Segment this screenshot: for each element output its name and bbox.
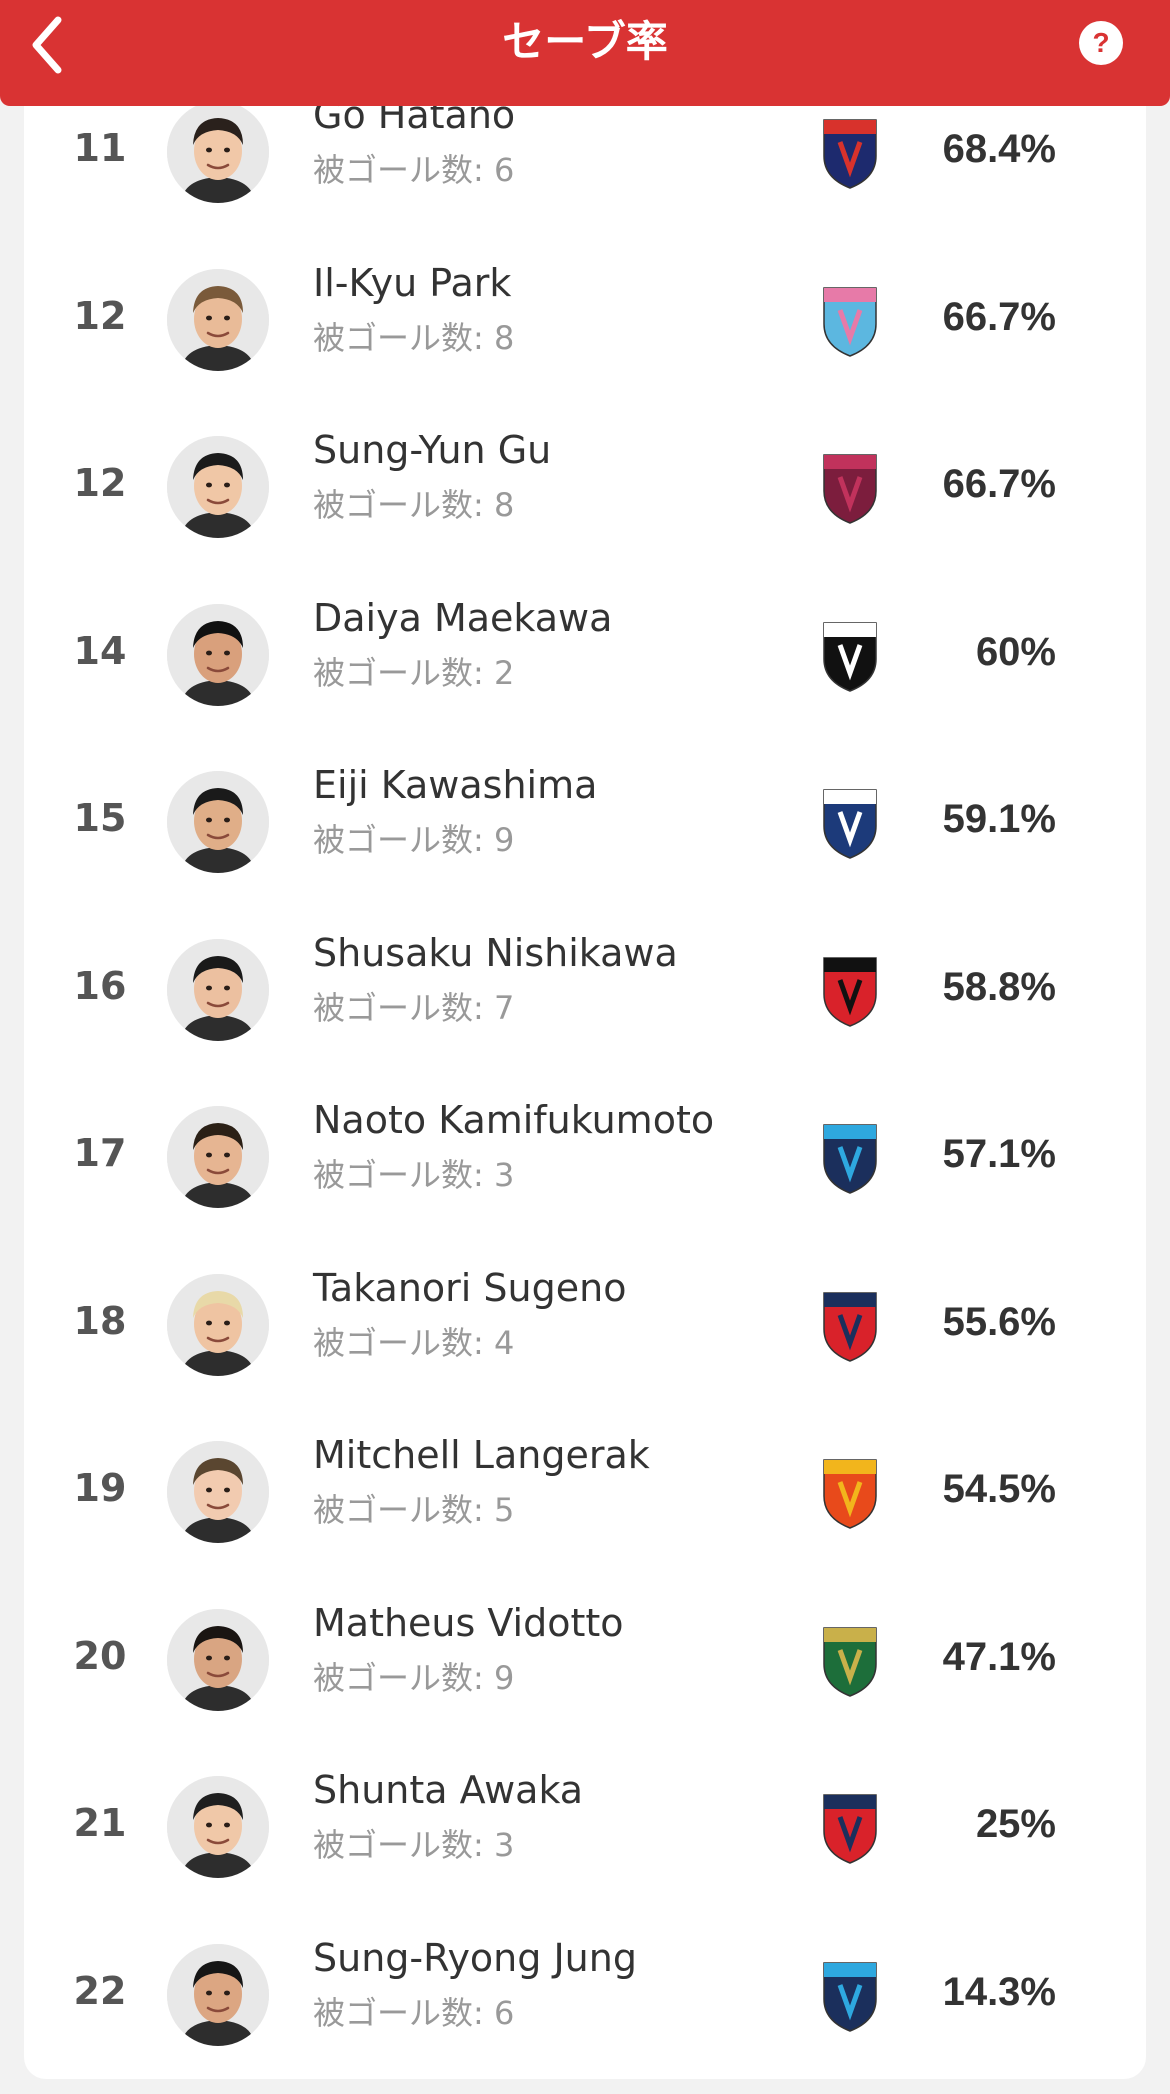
goals-conceded: 被ゴール数: 2: [313, 653, 515, 692]
ranking-row[interactable]: 14 Daiya Maekawa 被ゴール数: 2 60%: [24, 571, 1146, 739]
save-percentage: 25%: [975, 1802, 1056, 1846]
team-crest-icon: [810, 1452, 890, 1532]
rank-number: 20: [73, 1633, 127, 1678]
rank-number: 19: [73, 1466, 127, 1510]
ranking-row[interactable]: 17 Naoto Kamifukumoto 被ゴール数: 3 57.1%: [24, 1073, 1146, 1241]
help-button[interactable]: ?: [1079, 21, 1123, 65]
page-title: セーブ率: [502, 17, 668, 66]
goals-conceded: 被ゴール数: 4: [313, 1323, 515, 1362]
save-percentage: 68.4%: [942, 127, 1056, 171]
team-crest-icon: [810, 950, 890, 1030]
app-header: セーブ率 ?: [0, 0, 1170, 106]
player-avatar: [167, 1441, 269, 1543]
player-name: Matheus Vidotto: [313, 1600, 624, 1645]
goals-conceded: 被ゴール数: 5: [313, 1491, 515, 1529]
player-avatar: [167, 1608, 269, 1711]
save-percentage: 58.8%: [942, 964, 1056, 1009]
goals-conceded: 被ゴール数: 3: [313, 1826, 515, 1864]
player-avatar: [167, 101, 269, 203]
player-name: Shusaku Nishikawa: [313, 930, 678, 975]
player-avatar: [167, 1776, 269, 1878]
rank-number: 11: [73, 126, 127, 170]
goals-conceded: 被ゴール数: 9: [313, 1658, 515, 1697]
ranking-row[interactable]: 19 Mitchell Langerak 被ゴール数: 5 54.5%: [24, 1408, 1146, 1576]
team-crest-icon: [810, 1787, 890, 1867]
player-name: Sung-Yun Gu: [313, 428, 552, 472]
goals-conceded: 被ゴール数: 6: [313, 151, 515, 189]
goals-conceded: 被ゴール数: 8: [313, 318, 515, 357]
team-crest-icon: [810, 1620, 890, 1700]
team-crest-icon: [810, 112, 890, 192]
save-percentage: 66.7%: [942, 294, 1056, 339]
rank-number: 18: [73, 1298, 127, 1343]
team-crest-icon: [810, 447, 890, 527]
goals-conceded: 被ゴール数: 8: [313, 486, 515, 524]
save-percentage: 66.7%: [942, 462, 1056, 506]
player-name: Naoto Kamifukumoto: [313, 1098, 715, 1142]
rank-number: 15: [73, 796, 127, 840]
save-percentage: 55.6%: [942, 1299, 1056, 1344]
player-name: Eiji Kawashima: [313, 763, 598, 807]
rank-number: 22: [73, 1968, 127, 2013]
ranking-row[interactable]: 12 Sung-Yun Gu 被ゴール数: 8 66.7%: [24, 403, 1146, 571]
save-percentage: 54.5%: [942, 1467, 1056, 1511]
team-crest-icon: [810, 1285, 890, 1365]
team-crest-icon: [810, 1117, 890, 1197]
ranking-row[interactable]: 12 Il-Kyu Park 被ゴール数: 8 66.7%: [24, 236, 1146, 404]
save-percentage: 59.1%: [942, 797, 1056, 841]
save-percentage: 14.3%: [942, 1969, 1056, 2014]
goals-conceded: 被ゴール数: 6: [313, 1993, 515, 2032]
player-avatar: [167, 268, 269, 371]
save-percentage: 60%: [975, 629, 1056, 674]
team-crest-icon: [810, 280, 890, 360]
player-name: Takanori Sugeno: [313, 1265, 627, 1310]
ranking-row[interactable]: 18 Takanori Sugeno 被ゴール数: 4 55.6%: [24, 1241, 1146, 1409]
player-avatar: [167, 436, 269, 538]
team-crest-icon: [810, 1955, 890, 2035]
rank-number: 16: [73, 963, 127, 1008]
ranking-row[interactable]: 21 Shunta Awaka 被ゴール数: 3 25%: [24, 1743, 1146, 1911]
save-percentage: 57.1%: [942, 1132, 1056, 1176]
player-avatar: [167, 1106, 269, 1208]
team-crest-icon: [810, 615, 890, 695]
player-avatar: [167, 1273, 269, 1376]
ranking-list: 11 Go Hatano 被ゴール数: 6 68.4% 12 Il-Kyu Pa…: [24, 80, 1146, 2079]
rank-number: 21: [73, 1801, 127, 1845]
player-name: Shunta Awaka: [313, 1768, 584, 1812]
player-name: Sung-Ryong Jung: [313, 1935, 637, 1980]
player-avatar: [167, 1943, 269, 2046]
player-avatar: [167, 938, 269, 1041]
save-percentage: 47.1%: [942, 1634, 1056, 1679]
player-avatar: [167, 771, 269, 873]
player-name: Mitchell Langerak: [313, 1433, 650, 1477]
ranking-row[interactable]: 16 Shusaku Nishikawa 被ゴール数: 7 58.8%: [24, 906, 1146, 1074]
rank-number: 14: [73, 628, 127, 673]
player-avatar: [167, 603, 269, 706]
ranking-row[interactable]: 20 Matheus Vidotto 被ゴール数: 9 47.1%: [24, 1576, 1146, 1744]
rank-number: 12: [73, 293, 127, 338]
player-name: Daiya Maekawa: [313, 595, 613, 640]
ranking-row[interactable]: 22 Sung-Ryong Jung 被ゴール数: 6 14.3%: [24, 1911, 1146, 2079]
goals-conceded: 被ゴール数: 9: [313, 821, 515, 859]
goals-conceded: 被ゴール数: 7: [313, 988, 515, 1027]
rank-number: 17: [73, 1131, 127, 1175]
goals-conceded: 被ゴール数: 3: [313, 1156, 515, 1194]
rank-number: 12: [73, 461, 127, 505]
player-name: Il-Kyu Park: [313, 260, 512, 305]
team-crest-icon: [810, 782, 890, 862]
ranking-row[interactable]: 15 Eiji Kawashima 被ゴール数: 9 59.1%: [24, 738, 1146, 906]
